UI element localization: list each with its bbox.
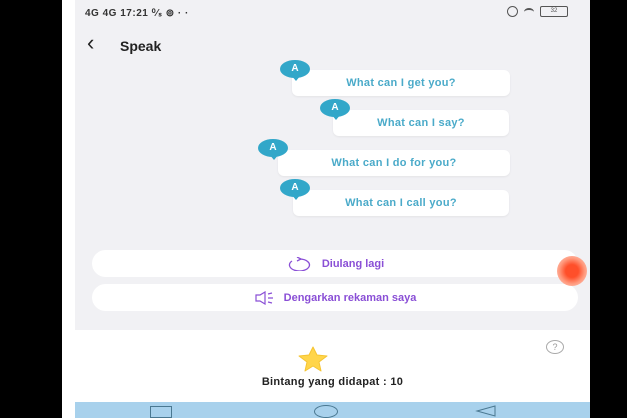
- avatar-a-icon: A: [258, 139, 288, 160]
- stars-earned-text: Bintang yang didapat : 10: [261, 376, 404, 388]
- repeat-label: Diulang lagi: [321, 257, 385, 270]
- status-bar: 4G 4G 17:21 ⁰⁄ₛ ⊚ · · 32: [75, 0, 590, 24]
- recent-apps-icon[interactable]: [150, 406, 172, 418]
- phrase-text: What can I call you?: [345, 197, 457, 209]
- avatar-a-icon: A: [280, 60, 310, 81]
- phrase-text: What can I do for you?: [331, 157, 457, 169]
- back-arrow-icon[interactable]: ‹: [87, 32, 109, 54]
- star-icon: [298, 346, 328, 372]
- avatar-a-icon: A: [280, 179, 310, 200]
- phrase-bubble[interactable]: What can I do for you?: [278, 150, 510, 176]
- phrase-text: What can I say?: [377, 117, 465, 129]
- phrase-bubble[interactable]: What can I say?: [333, 110, 509, 136]
- nav-back-icon[interactable]: [475, 405, 497, 417]
- help-icon[interactable]: ?: [546, 340, 564, 354]
- home-icon[interactable]: [314, 405, 338, 418]
- alarm-icon: [507, 6, 518, 17]
- avatar-a-icon: A: [320, 99, 350, 120]
- battery-icon: 32: [540, 6, 568, 17]
- phrase-bubble[interactable]: What can I get you?: [292, 70, 510, 96]
- floating-record-button[interactable]: [557, 256, 587, 286]
- speaker-icon: [255, 290, 273, 305]
- listen-label: Dengarkan rekaman saya: [283, 291, 417, 304]
- system-nav-bar: [75, 402, 590, 418]
- listen-recording-button[interactable]: Dengarkan rekaman saya: [92, 284, 578, 311]
- phone-frame: 4G 4G 17:21 ⁰⁄ₛ ⊚ · · 32 ‹ Speak What ca…: [62, 0, 590, 418]
- speak-screen: 4G 4G 17:21 ⁰⁄ₛ ⊚ · · 32 ‹ Speak What ca…: [75, 0, 590, 330]
- phrase-text: What can I get you?: [346, 77, 456, 89]
- wifi-icon: [524, 7, 534, 16]
- repeat-button[interactable]: Diulang lagi: [92, 250, 578, 277]
- status-left: 4G 4G 17:21 ⁰⁄ₛ ⊚ · ·: [85, 8, 189, 19]
- score-panel: ? Bintang yang didapat : 10: [75, 330, 590, 402]
- page-title: Speak: [120, 38, 162, 54]
- phrase-bubble[interactable]: What can I call you?: [293, 190, 509, 216]
- status-icons: 32: [507, 6, 568, 17]
- repeat-icon: [288, 256, 310, 271]
- header: ‹ Speak: [75, 30, 590, 60]
